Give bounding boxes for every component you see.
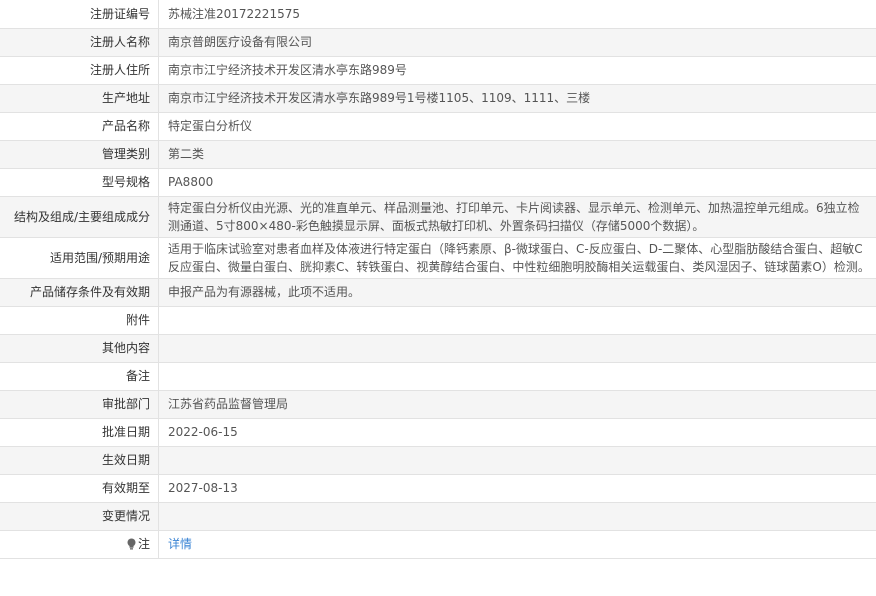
details-link[interactable]: 详情 (168, 537, 192, 551)
row-other-content: 其他内容 (0, 333, 876, 363)
field-label: 型号规格 (0, 167, 159, 197)
field-value: 南京市江宁经济技术开发区清水亭东路989号1号楼1105、1109、1111、三… (158, 83, 876, 113)
field-value (158, 501, 876, 531)
row-management-category: 管理类别 第二类 (0, 139, 876, 169)
field-label: 生产地址 (0, 83, 159, 113)
field-label: 生效日期 (0, 445, 159, 475)
note-value-cell: 详情 (158, 529, 876, 559)
row-attachments: 附件 (0, 305, 876, 335)
field-label: 管理类别 (0, 139, 159, 169)
row-intended-use: 适用范围/预期用途 适用于临床试验室对患者血样及体液进行特定蛋白（降钙素原、β-… (0, 236, 876, 279)
row-remarks: 备注 (0, 361, 876, 391)
field-value: 江苏省药品监督管理局 (158, 389, 876, 419)
registration-record-table: 注册证编号 苏械注准20172221575 注册人名称 南京普朗医疗设备有限公司… (0, 0, 876, 559)
field-label: 变更情况 (0, 501, 159, 531)
field-value: 特定蛋白分析仪 (158, 111, 876, 141)
field-value: PA8800 (158, 167, 876, 197)
field-label: 产品名称 (0, 111, 159, 141)
field-value (158, 333, 876, 363)
row-storage-validity: 产品储存条件及有效期 申报产品为有源器械，此项不适用。 (0, 277, 876, 307)
row-approval-date: 批准日期 2022-06-15 (0, 417, 876, 447)
field-value: 申报产品为有源器械，此项不适用。 (158, 277, 876, 307)
note-label-cell: 注 (0, 529, 159, 559)
row-valid-until: 有效期至 2027-08-13 (0, 473, 876, 503)
field-value: 特定蛋白分析仪由光源、光的准直单元、样品测量池、打印单元、卡片阅读器、显示单元、… (158, 195, 876, 238)
field-value: 适用于临床试验室对患者血样及体液进行特定蛋白（降钙素原、β-微球蛋白、C-反应蛋… (158, 236, 876, 279)
row-registrant-name: 注册人名称 南京普朗医疗设备有限公司 (0, 27, 876, 57)
field-label: 产品储存条件及有效期 (0, 277, 159, 307)
field-label: 有效期至 (0, 473, 159, 503)
row-change-status: 变更情况 (0, 501, 876, 531)
row-structure-composition: 结构及组成/主要组成成分 特定蛋白分析仪由光源、光的准直单元、样品测量池、打印单… (0, 195, 876, 238)
row-note: 注 详情 (0, 529, 876, 559)
field-label: 附件 (0, 305, 159, 335)
note-label: 注 (137, 537, 150, 551)
field-value: 苏械注准20172221575 (158, 0, 876, 29)
row-registration-number: 注册证编号 苏械注准20172221575 (0, 0, 876, 29)
field-label: 批准日期 (0, 417, 159, 447)
field-value: 第二类 (158, 139, 876, 169)
field-value (158, 305, 876, 335)
field-label: 备注 (0, 361, 159, 391)
field-value (158, 445, 876, 475)
row-effective-date: 生效日期 (0, 445, 876, 475)
field-label: 审批部门 (0, 389, 159, 419)
field-label: 注册证编号 (0, 0, 159, 29)
field-value: 南京普朗医疗设备有限公司 (158, 27, 876, 57)
lightbulb-icon (126, 537, 137, 550)
field-label: 适用范围/预期用途 (0, 236, 159, 279)
field-value: 2027-08-13 (158, 473, 876, 503)
field-label: 结构及组成/主要组成成分 (0, 195, 159, 238)
row-registrant-address: 注册人住所 南京市江宁经济技术开发区清水亭东路989号 (0, 55, 876, 85)
row-production-address: 生产地址 南京市江宁经济技术开发区清水亭东路989号1号楼1105、1109、1… (0, 83, 876, 113)
field-value: 南京市江宁经济技术开发区清水亭东路989号 (158, 55, 876, 85)
field-label: 其他内容 (0, 333, 159, 363)
row-approval-department: 审批部门 江苏省药品监督管理局 (0, 389, 876, 419)
row-product-name: 产品名称 特定蛋白分析仪 (0, 111, 876, 141)
row-model-spec: 型号规格 PA8800 (0, 167, 876, 197)
field-label: 注册人住所 (0, 55, 159, 85)
field-label: 注册人名称 (0, 27, 159, 57)
field-value (158, 361, 876, 391)
field-value: 2022-06-15 (158, 417, 876, 447)
